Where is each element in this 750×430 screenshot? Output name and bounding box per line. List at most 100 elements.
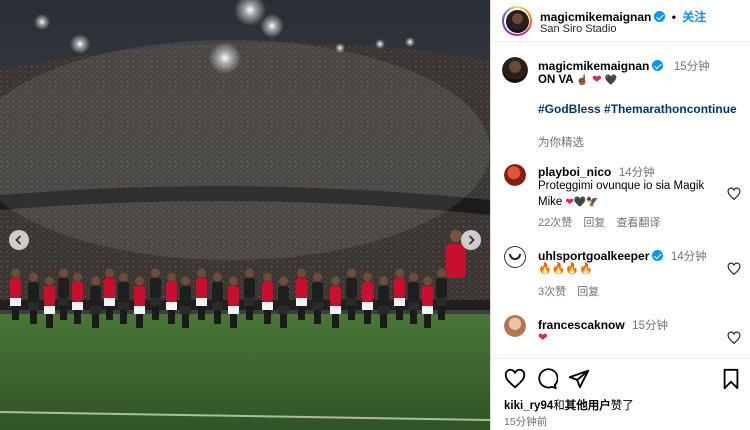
- player-silhouette: [363, 272, 372, 282]
- liked-by-others-link[interactable]: 其他用户: [565, 400, 611, 412]
- player-silhouette: [244, 278, 255, 298]
- player-silhouette: [30, 310, 37, 324]
- player-silhouette: [262, 282, 273, 302]
- player-silhouette: [135, 276, 144, 286]
- player-silhouette: [394, 298, 405, 306]
- player-silhouette: [228, 286, 239, 306]
- verified-badge-icon: [654, 11, 666, 22]
- player-silhouette: [150, 278, 161, 298]
- comment-translate-button[interactable]: 查看翻译: [616, 217, 660, 229]
- stadium-photo-image: [0, 0, 490, 430]
- comment-like-heart-icon[interactable]: [727, 331, 741, 345]
- player-silhouette: [230, 314, 237, 328]
- player-silhouette: [91, 276, 100, 286]
- comment-likes-count[interactable]: 3次赞: [538, 286, 566, 298]
- player-silhouette: [378, 286, 389, 306]
- player-silhouette: [330, 286, 341, 306]
- paper-plane-icon[interactable]: [568, 368, 590, 390]
- player-silhouette: [395, 268, 404, 278]
- for-you-label: 为你精选: [538, 137, 584, 149]
- player-silhouette: [166, 282, 177, 302]
- player-silhouette: [298, 306, 305, 320]
- post-timestamp[interactable]: 15分钟前: [504, 414, 547, 429]
- player-silhouette: [28, 282, 39, 302]
- bookmark-icon[interactable]: [720, 368, 742, 390]
- player-silhouette: [380, 314, 387, 328]
- comment-likes-count[interactable]: 22次赞: [538, 217, 572, 229]
- player-silhouette: [182, 314, 189, 328]
- caption-text: ON VA ☝🏾 ❤ 🖤: [538, 72, 617, 89]
- comment-reply-button[interactable]: 回复: [577, 286, 599, 298]
- post-action-footer: kiki_ry94和其他用户赞了 15分钟前: [491, 358, 750, 430]
- player-silhouette: [330, 306, 341, 314]
- comment-reply-button[interactable]: 回复: [583, 217, 605, 229]
- comment-like-heart-icon[interactable]: [727, 187, 741, 201]
- player-silhouette: [278, 306, 289, 314]
- player-silhouette: [296, 278, 307, 298]
- player-silhouette: [90, 306, 101, 314]
- player-silhouette: [396, 306, 403, 320]
- player-silhouette: [262, 302, 273, 310]
- follow-button[interactable]: 关注: [682, 10, 706, 24]
- player-silhouette: [58, 298, 69, 306]
- heart-outline-icon[interactable]: [504, 368, 526, 390]
- liked-by-connector: 和: [553, 400, 565, 412]
- caption-time: 15分钟: [673, 61, 710, 73]
- header-separator: •: [671, 10, 676, 24]
- player-silhouette: [136, 314, 143, 328]
- player-silhouette: [198, 306, 205, 320]
- pointing-up-emoji: ☝🏾: [576, 75, 589, 86]
- player-silhouette: [279, 276, 288, 286]
- player-silhouette: [348, 306, 355, 320]
- player-silhouette: [150, 298, 161, 306]
- player-silhouette: [181, 276, 190, 286]
- post-location[interactable]: San Siro Stadio: [540, 23, 616, 35]
- verified-badge-icon: [652, 250, 664, 261]
- author-avatar[interactable]: [502, 6, 532, 36]
- comment-bubble-icon[interactable]: [536, 368, 558, 390]
- player-silhouette: [197, 268, 206, 278]
- player-silhouette: [12, 306, 19, 320]
- comment-meta: 3次赞 回复: [538, 283, 607, 299]
- player-silhouette: [313, 272, 322, 282]
- player-silhouette: [408, 282, 419, 302]
- comment-avatar[interactable]: [504, 164, 526, 186]
- player-silhouette: [92, 314, 99, 328]
- caption-hashtags[interactable]: #GodBless #Themarathoncontinue: [538, 102, 737, 116]
- next-photo-button[interactable]: [461, 230, 481, 250]
- comment-avatar[interactable]: [504, 246, 526, 268]
- verified-badge-icon: [652, 60, 664, 71]
- comment-meta: 22次赞 回复 查看翻译: [538, 214, 668, 230]
- player-silhouette: [118, 302, 129, 310]
- comment-username[interactable]: playboi_nico: [538, 165, 611, 179]
- player-silhouette: [106, 306, 113, 320]
- player-silhouette: [104, 278, 115, 298]
- comment-like-heart-icon[interactable]: [727, 262, 741, 276]
- player-silhouette: [280, 314, 287, 328]
- player-silhouette: [44, 286, 55, 306]
- comment-emoji: ❤🖤🦅: [565, 197, 599, 208]
- player-silhouette: [45, 276, 54, 286]
- player-silhouette: [331, 276, 340, 286]
- chevron-left-icon: [15, 235, 22, 245]
- comment-avatar[interactable]: [504, 315, 526, 337]
- player-silhouette: [446, 244, 466, 278]
- caption-username[interactable]: magicmikemaignan: [538, 59, 649, 73]
- comment-username[interactable]: francescaknow: [538, 318, 625, 332]
- player-silhouette: [410, 310, 417, 324]
- liked-by-user[interactable]: kiki_ry94: [504, 400, 553, 412]
- player-silhouette: [72, 302, 83, 310]
- player-silhouette: [378, 306, 389, 314]
- caption-author-avatar[interactable]: [502, 57, 528, 83]
- player-silhouette: [409, 272, 418, 282]
- author-username-text: magicmikemaignan: [540, 10, 652, 24]
- player-silhouette: [296, 298, 307, 306]
- player-silhouette: [244, 298, 255, 306]
- player-silhouette: [72, 282, 83, 302]
- player-silhouette: [314, 310, 321, 324]
- player-silhouette: [46, 314, 53, 328]
- previous-photo-button[interactable]: [9, 230, 29, 250]
- player-silhouette: [119, 272, 128, 282]
- player-silhouette: [59, 268, 68, 278]
- player-silhouette: [180, 306, 191, 314]
